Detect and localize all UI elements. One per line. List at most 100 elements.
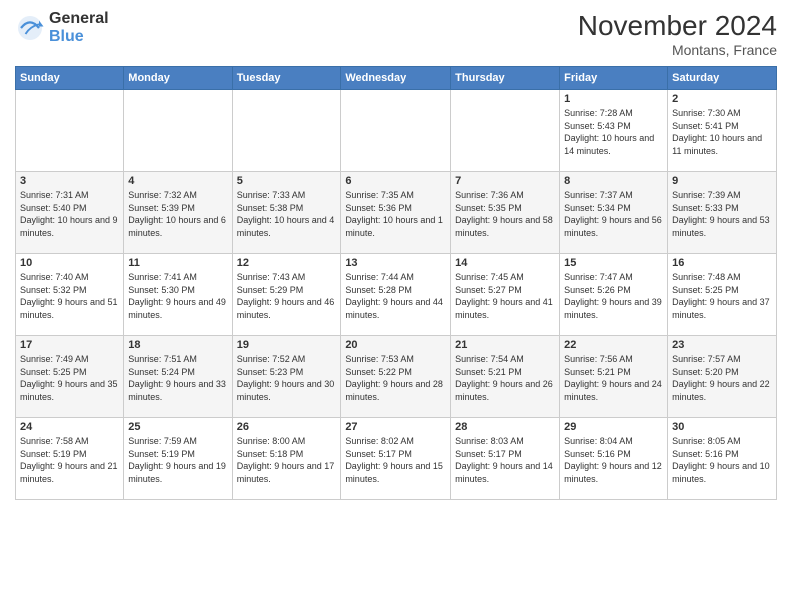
daylight: Daylight: 10 hours and 6 minutes. bbox=[128, 214, 227, 239]
sunrise: Sunrise: 7:48 AM bbox=[672, 271, 772, 284]
sunset: Sunset: 5:23 PM bbox=[237, 366, 337, 379]
title-area: November 2024 Montans, France bbox=[578, 10, 777, 58]
daylight: Daylight: 9 hours and 56 minutes. bbox=[564, 214, 663, 239]
day-number: 16 bbox=[672, 257, 772, 269]
day-number: 29 bbox=[564, 421, 663, 433]
sunrise: Sunrise: 8:00 AM bbox=[237, 435, 337, 448]
daylight: Daylight: 9 hours and 10 minutes. bbox=[672, 460, 772, 485]
day-number: 15 bbox=[564, 257, 663, 269]
day-info: Sunrise: 7:57 AM Sunset: 5:20 PM Dayligh… bbox=[672, 353, 772, 403]
day-number: 4 bbox=[128, 175, 227, 187]
sunrise: Sunrise: 8:04 AM bbox=[564, 435, 663, 448]
sunrise: Sunrise: 7:28 AM bbox=[564, 107, 663, 120]
day-number: 9 bbox=[672, 175, 772, 187]
sunset: Sunset: 5:21 PM bbox=[564, 366, 663, 379]
day-info: Sunrise: 7:48 AM Sunset: 5:25 PM Dayligh… bbox=[672, 271, 772, 321]
sunset: Sunset: 5:20 PM bbox=[672, 366, 772, 379]
day-info: Sunrise: 7:56 AM Sunset: 5:21 PM Dayligh… bbox=[564, 353, 663, 403]
calendar-cell bbox=[232, 90, 341, 172]
day-number: 26 bbox=[237, 421, 337, 433]
day-info: Sunrise: 7:52 AM Sunset: 5:23 PM Dayligh… bbox=[237, 353, 337, 403]
day-info: Sunrise: 8:05 AM Sunset: 5:16 PM Dayligh… bbox=[672, 435, 772, 485]
calendar-cell bbox=[124, 90, 232, 172]
calendar-cell: 7 Sunrise: 7:36 AM Sunset: 5:35 PM Dayli… bbox=[451, 172, 560, 254]
calendar-cell: 20 Sunrise: 7:53 AM Sunset: 5:22 PM Dayl… bbox=[341, 336, 451, 418]
calendar-cell bbox=[16, 90, 124, 172]
sunset: Sunset: 5:35 PM bbox=[455, 202, 555, 215]
day-number: 20 bbox=[345, 339, 446, 351]
day-info: Sunrise: 7:49 AM Sunset: 5:25 PM Dayligh… bbox=[20, 353, 119, 403]
daylight: Daylight: 9 hours and 24 minutes. bbox=[564, 378, 663, 403]
daylight: Daylight: 9 hours and 58 minutes. bbox=[455, 214, 555, 239]
sunset: Sunset: 5:33 PM bbox=[672, 202, 772, 215]
sunrise: Sunrise: 7:47 AM bbox=[564, 271, 663, 284]
col-friday: Friday bbox=[560, 67, 668, 90]
sunrise: Sunrise: 7:59 AM bbox=[128, 435, 227, 448]
page-header: General Blue November 2024 Montans, Fran… bbox=[15, 10, 777, 58]
calendar-cell: 24 Sunrise: 7:58 AM Sunset: 5:19 PM Dayl… bbox=[16, 418, 124, 500]
calendar-cell: 27 Sunrise: 8:02 AM Sunset: 5:17 PM Dayl… bbox=[341, 418, 451, 500]
day-number: 12 bbox=[237, 257, 337, 269]
day-info: Sunrise: 7:44 AM Sunset: 5:28 PM Dayligh… bbox=[345, 271, 446, 321]
col-thursday: Thursday bbox=[451, 67, 560, 90]
daylight: Daylight: 9 hours and 46 minutes. bbox=[237, 296, 337, 321]
calendar-cell: 16 Sunrise: 7:48 AM Sunset: 5:25 PM Dayl… bbox=[668, 254, 777, 336]
day-info: Sunrise: 7:28 AM Sunset: 5:43 PM Dayligh… bbox=[564, 107, 663, 157]
calendar-cell: 4 Sunrise: 7:32 AM Sunset: 5:39 PM Dayli… bbox=[124, 172, 232, 254]
calendar-cell: 22 Sunrise: 7:56 AM Sunset: 5:21 PM Dayl… bbox=[560, 336, 668, 418]
sunrise: Sunrise: 7:44 AM bbox=[345, 271, 446, 284]
day-info: Sunrise: 7:35 AM Sunset: 5:36 PM Dayligh… bbox=[345, 189, 446, 239]
col-monday: Monday bbox=[124, 67, 232, 90]
sunrise: Sunrise: 7:31 AM bbox=[20, 189, 119, 202]
day-number: 6 bbox=[345, 175, 446, 187]
calendar-cell: 25 Sunrise: 7:59 AM Sunset: 5:19 PM Dayl… bbox=[124, 418, 232, 500]
daylight: Daylight: 9 hours and 21 minutes. bbox=[20, 460, 119, 485]
daylight: Daylight: 9 hours and 39 minutes. bbox=[564, 296, 663, 321]
daylight: Daylight: 9 hours and 37 minutes. bbox=[672, 296, 772, 321]
calendar-cell bbox=[451, 90, 560, 172]
sunset: Sunset: 5:26 PM bbox=[564, 284, 663, 297]
daylight: Daylight: 9 hours and 19 minutes. bbox=[128, 460, 227, 485]
day-info: Sunrise: 7:51 AM Sunset: 5:24 PM Dayligh… bbox=[128, 353, 227, 403]
daylight: Daylight: 9 hours and 26 minutes. bbox=[455, 378, 555, 403]
daylight: Daylight: 10 hours and 14 minutes. bbox=[564, 132, 663, 157]
day-number: 24 bbox=[20, 421, 119, 433]
sunrise: Sunrise: 7:57 AM bbox=[672, 353, 772, 366]
logo: General Blue bbox=[15, 10, 109, 45]
day-number: 14 bbox=[455, 257, 555, 269]
day-info: Sunrise: 7:40 AM Sunset: 5:32 PM Dayligh… bbox=[20, 271, 119, 321]
col-sunday: Sunday bbox=[16, 67, 124, 90]
sunset: Sunset: 5:16 PM bbox=[672, 448, 772, 461]
day-number: 25 bbox=[128, 421, 227, 433]
daylight: Daylight: 9 hours and 12 minutes. bbox=[564, 460, 663, 485]
day-info: Sunrise: 8:04 AM Sunset: 5:16 PM Dayligh… bbox=[564, 435, 663, 485]
day-info: Sunrise: 7:36 AM Sunset: 5:35 PM Dayligh… bbox=[455, 189, 555, 239]
day-number: 8 bbox=[564, 175, 663, 187]
day-info: Sunrise: 7:39 AM Sunset: 5:33 PM Dayligh… bbox=[672, 189, 772, 239]
sunset: Sunset: 5:17 PM bbox=[345, 448, 446, 461]
logo-general: General bbox=[49, 10, 109, 28]
day-number: 21 bbox=[455, 339, 555, 351]
calendar-header-row: Sunday Monday Tuesday Wednesday Thursday… bbox=[16, 67, 777, 90]
sunrise: Sunrise: 7:33 AM bbox=[237, 189, 337, 202]
day-number: 23 bbox=[672, 339, 772, 351]
day-info: Sunrise: 7:30 AM Sunset: 5:41 PM Dayligh… bbox=[672, 107, 772, 157]
calendar-cell: 23 Sunrise: 7:57 AM Sunset: 5:20 PM Dayl… bbox=[668, 336, 777, 418]
daylight: Daylight: 9 hours and 49 minutes. bbox=[128, 296, 227, 321]
calendar-cell: 17 Sunrise: 7:49 AM Sunset: 5:25 PM Dayl… bbox=[16, 336, 124, 418]
logo-icon bbox=[15, 13, 45, 43]
calendar-cell: 1 Sunrise: 7:28 AM Sunset: 5:43 PM Dayli… bbox=[560, 90, 668, 172]
day-number: 19 bbox=[237, 339, 337, 351]
calendar-cell: 5 Sunrise: 7:33 AM Sunset: 5:38 PM Dayli… bbox=[232, 172, 341, 254]
calendar-cell bbox=[341, 90, 451, 172]
sunset: Sunset: 5:19 PM bbox=[20, 448, 119, 461]
day-number: 13 bbox=[345, 257, 446, 269]
col-tuesday: Tuesday bbox=[232, 67, 341, 90]
daylight: Daylight: 9 hours and 14 minutes. bbox=[455, 460, 555, 485]
calendar-cell: 14 Sunrise: 7:45 AM Sunset: 5:27 PM Dayl… bbox=[451, 254, 560, 336]
day-info: Sunrise: 7:54 AM Sunset: 5:21 PM Dayligh… bbox=[455, 353, 555, 403]
daylight: Daylight: 10 hours and 9 minutes. bbox=[20, 214, 119, 239]
calendar-cell: 28 Sunrise: 8:03 AM Sunset: 5:17 PM Dayl… bbox=[451, 418, 560, 500]
sunrise: Sunrise: 8:05 AM bbox=[672, 435, 772, 448]
calendar-cell: 2 Sunrise: 7:30 AM Sunset: 5:41 PM Dayli… bbox=[668, 90, 777, 172]
